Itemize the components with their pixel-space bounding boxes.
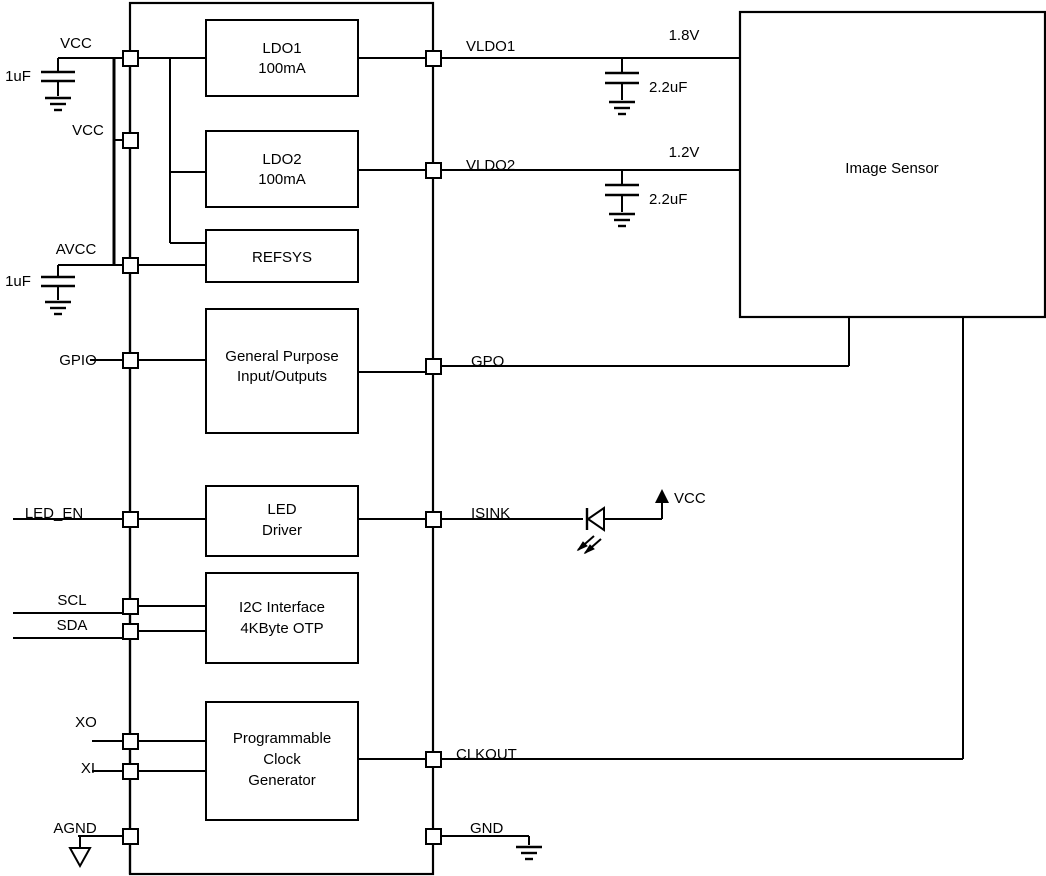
pin-pad-led-en[interactable]: [122, 511, 139, 528]
pin-label-vldo2: VLDO2: [466, 157, 515, 174]
pin-pad-avcc[interactable]: [122, 257, 139, 274]
pin-label-gpo: GPO: [471, 353, 504, 370]
pin-pad-sda[interactable]: [122, 623, 139, 640]
cap-label-vcc: 1uF: [5, 68, 31, 85]
block-led-line-0: LED: [267, 501, 296, 518]
block-ldo2-line-0: LDO2: [262, 151, 301, 168]
pin-label-xo: XO: [75, 714, 97, 731]
pin-pad-xi[interactable]: [122, 763, 139, 780]
rail-label-1v2: 1.2V: [669, 144, 700, 161]
pin-pad-xo[interactable]: [122, 733, 139, 750]
led-vcc-label: VCC: [674, 490, 706, 507]
pin-label-gnd: GND: [470, 820, 504, 837]
block-diagram-canvas: LDO1 100mA LDO2 100mA REFSYS General Pur…: [0, 0, 1046, 876]
block-refsys-label: REFSYS: [252, 249, 312, 266]
cap-label-vldo2: 2.2uF: [649, 191, 687, 208]
pin-pad-scl[interactable]: [122, 598, 139, 615]
block-ldo2-line-1: 100mA: [258, 171, 306, 188]
pin-label-vcc1: VCC: [60, 35, 92, 52]
pin-label-avcc: AVCC: [56, 241, 97, 258]
pin-pad-agnd[interactable]: [122, 828, 139, 845]
pin-pad-isink[interactable]: [425, 511, 442, 528]
pin-pad-vcc2[interactable]: [122, 132, 139, 149]
pin-label-vcc2: VCC: [72, 122, 104, 139]
agnd-arrow-icon: [68, 847, 92, 869]
circuit-diagram-svg: LDO1 100mA LDO2 100mA REFSYS General Pur…: [5, 1, 1046, 876]
pin-label-clkout: CLKOUT: [456, 746, 517, 763]
capacitor-vldo1-icon: [605, 71, 639, 116]
pin-pad-gpio[interactable]: [122, 352, 139, 369]
pin-pad-vldo1[interactable]: [425, 50, 442, 67]
pin-pad-gpo[interactable]: [425, 358, 442, 375]
block-gpio-line-1: Input/Outputs: [237, 368, 327, 385]
image-sensor-label: Image Sensor: [845, 160, 938, 177]
block-ldo1-line-0: LDO1: [262, 40, 301, 57]
pin-label-vldo1: VLDO1: [466, 38, 515, 55]
ground-symbol-gnd-icon: [516, 836, 542, 861]
block-i2c: [205, 572, 359, 664]
capacitor-vldo2-icon: [605, 183, 639, 228]
pin-pad-clkout[interactable]: [425, 751, 442, 768]
led-anode-triangle-icon: [586, 506, 605, 532]
cap-label-vldo1: 2.2uF: [649, 79, 687, 96]
pin-label-agnd: AGND: [53, 820, 97, 837]
block-clk-line-2: Generator: [248, 772, 316, 789]
pin-label-xi: XI: [81, 760, 95, 777]
block-i2c-line-0: I2C Interface: [239, 599, 325, 616]
led-emission-arrows-icon: [576, 535, 602, 555]
capacitor-avcc-icon: [41, 275, 75, 316]
block-i2c-line-1: 4KByte OTP: [240, 620, 323, 637]
capacitor-vcc-icon: [41, 70, 75, 112]
rail-label-1v8: 1.8V: [669, 27, 700, 44]
pin-pad-gnd[interactable]: [425, 828, 442, 845]
block-led-driver: [205, 485, 359, 557]
led-vcc-arrow-icon: [655, 489, 669, 503]
pin-pad-vcc1[interactable]: [122, 50, 139, 67]
cap-label-avcc: 1uF: [5, 273, 31, 290]
block-ldo2: [205, 130, 359, 208]
block-ldo1: [205, 19, 359, 97]
pin-label-scl: SCL: [57, 592, 86, 609]
block-led-line-1: Driver: [262, 522, 302, 539]
pin-label-sda: SDA: [57, 617, 88, 634]
block-clk-line-0: Programmable: [233, 730, 331, 747]
block-ldo1-line-1: 100mA: [258, 60, 306, 77]
pin-pad-vldo2[interactable]: [425, 162, 442, 179]
block-clk-line-1: Clock: [263, 751, 301, 768]
block-gpio-line-0: General Purpose: [225, 348, 338, 365]
